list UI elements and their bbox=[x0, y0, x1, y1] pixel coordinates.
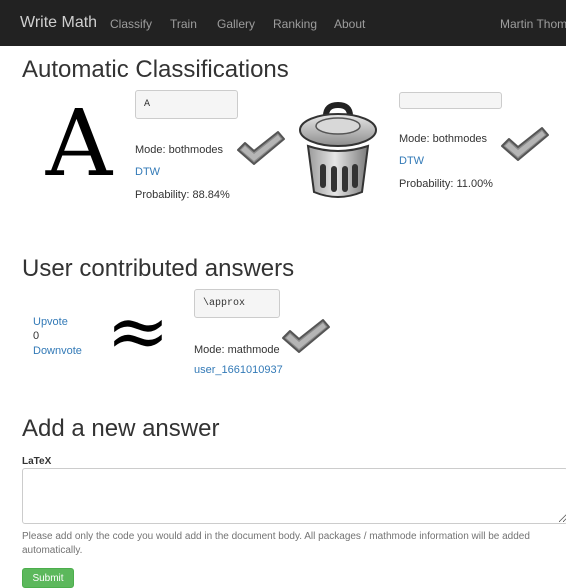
latex-code-box: A bbox=[135, 90, 238, 119]
nav-ranking[interactable]: Ranking bbox=[273, 17, 317, 31]
nav-about[interactable]: About bbox=[334, 17, 365, 31]
latex-code-box: \approx bbox=[194, 289, 280, 318]
submit-button[interactable]: Submit bbox=[22, 568, 74, 588]
brand-link[interactable]: Write Math bbox=[20, 14, 97, 32]
probability-text: Probability: 11.00% bbox=[399, 178, 493, 190]
nav-train[interactable]: Train bbox=[170, 17, 197, 31]
checkmark-icon[interactable] bbox=[236, 130, 286, 166]
vote-count: 0 bbox=[33, 330, 40, 342]
automatic-classifications-heading: Automatic Classifications bbox=[22, 56, 289, 83]
mode-text: Mode: bothmodes bbox=[399, 133, 488, 145]
nav-user[interactable]: Martin Thoma bbox=[500, 17, 566, 31]
latex-textarea[interactable] bbox=[22, 468, 566, 524]
downvote-link[interactable]: Downvote bbox=[33, 345, 82, 357]
mode-text: Mode: bothmodes bbox=[135, 144, 224, 156]
user-link[interactable]: user_1661010937 bbox=[194, 364, 283, 376]
nav-classify[interactable]: Classify bbox=[110, 17, 152, 31]
trash-can-icon bbox=[299, 102, 377, 198]
method-link-dtw[interactable]: DTW bbox=[399, 155, 424, 167]
navbar: Write Math Classify Train Gallery Rankin… bbox=[0, 0, 566, 46]
nav-gallery[interactable]: Gallery bbox=[217, 17, 255, 31]
checkmark-icon[interactable] bbox=[500, 126, 550, 162]
user-contributed-heading: User contributed answers bbox=[22, 255, 295, 282]
upvote-link[interactable]: Upvote bbox=[33, 316, 68, 328]
latex-label: LaTeX bbox=[22, 456, 52, 467]
help-text: Please add only the code you would add i… bbox=[22, 531, 530, 556]
add-answer-heading: Add a new answer bbox=[22, 415, 220, 442]
method-link-dtw[interactable]: DTW bbox=[135, 166, 160, 178]
probability-text: Probability: 88.84% bbox=[135, 189, 230, 201]
checkmark-icon[interactable] bbox=[281, 318, 331, 354]
latex-code-box bbox=[399, 92, 502, 109]
mode-text: Mode: mathmode bbox=[194, 344, 280, 356]
symbol-image-approx: ≈ bbox=[106, 286, 170, 375]
symbol-image-a: A bbox=[45, 90, 113, 197]
